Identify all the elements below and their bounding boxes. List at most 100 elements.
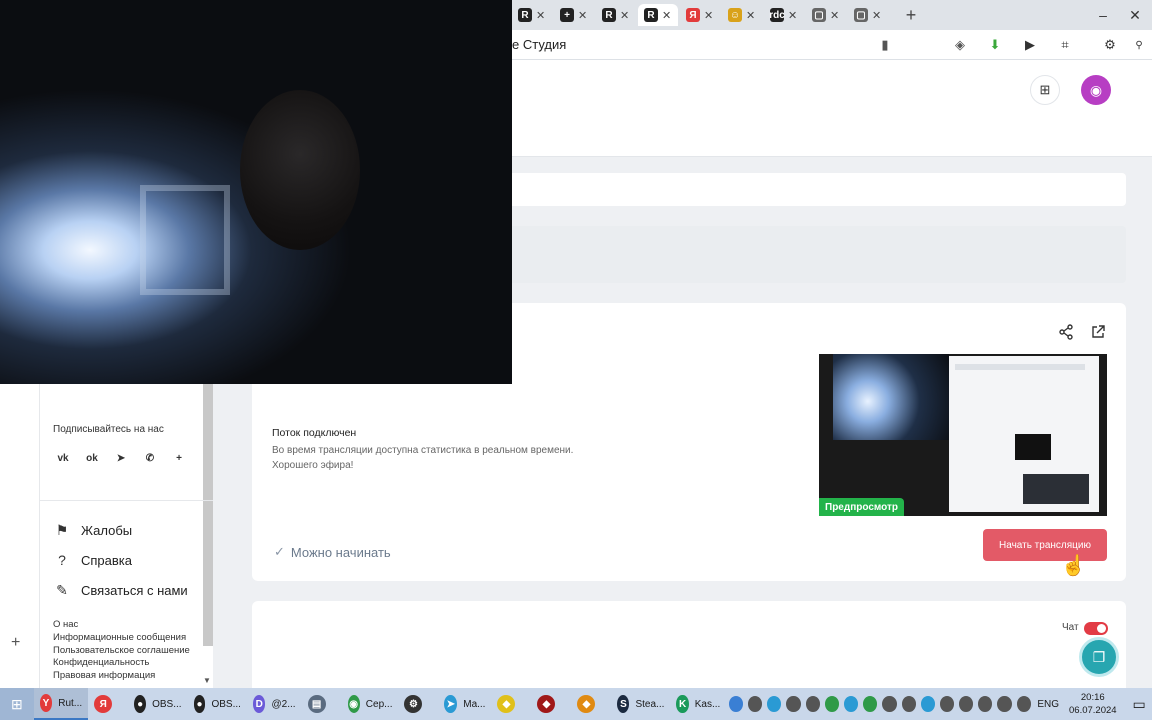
plus-icon[interactable]: +: [169, 448, 189, 468]
webcam-overlay: [0, 0, 512, 384]
footer-link[interactable]: Конфиденциальность: [53, 657, 190, 670]
steam-app[interactable]: S Stea...: [611, 688, 670, 720]
crop-icon[interactable]: ⌗: [1056, 36, 1074, 54]
tray-icon[interactable]: [863, 696, 878, 712]
app-icon: ◆: [497, 695, 516, 713]
start-stream-button[interactable]: Начать трансляцию: [983, 529, 1107, 561]
footer-links: О нас Информационные сообщения Пользовател…: [53, 619, 190, 683]
tray-icon[interactable]: [786, 696, 801, 712]
browser-tab[interactable]: R ✕: [596, 4, 636, 26]
close-tab-icon[interactable]: ✕: [872, 9, 882, 22]
upload-button[interactable]: ⊞: [1030, 75, 1060, 105]
yandex-browser-app[interactable]: Y Rut...: [33, 688, 89, 720]
browser-tab[interactable]: + ✕: [554, 4, 594, 26]
clock[interactable]: 20:16 06.07.2024: [1069, 691, 1117, 717]
help-button[interactable]: ❐: [1079, 637, 1119, 677]
notification-icon[interactable]: ▭: [1133, 696, 1152, 713]
tray-icon[interactable]: [939, 696, 955, 712]
tray-icon[interactable]: [805, 696, 820, 712]
tray-icon[interactable]: [1016, 696, 1031, 712]
cursor-icon[interactable]: ▶: [1021, 36, 1039, 54]
app-icon: ▤: [307, 695, 326, 713]
browser-tab[interactable]: ▢ ✕: [806, 4, 846, 26]
close-window-button[interactable]: ✕: [1120, 0, 1150, 30]
telegram-app[interactable]: ➤ Ma...: [438, 688, 491, 720]
tray-icon[interactable]: [748, 696, 763, 712]
extension-icon[interactable]: ◈: [951, 36, 969, 54]
gear-icon[interactable]: ⚙: [1101, 36, 1119, 54]
stream-status-title: Поток подключен: [272, 427, 357, 439]
chat-bubble-icon: ❐: [1092, 648, 1106, 665]
explorer-app[interactable]: ▤: [302, 688, 342, 720]
tray-icon[interactable]: [843, 696, 859, 712]
yandex-app[interactable]: Я: [88, 688, 128, 720]
browser-tab[interactable]: R ✕: [512, 4, 552, 26]
sidebar-item-label: Связаться с нами: [81, 582, 188, 598]
close-tab-icon[interactable]: ✕: [578, 9, 588, 22]
share-icon[interactable]: [1057, 323, 1075, 341]
sidebar-item-help[interactable]: ? Справка: [53, 550, 132, 570]
app-label: OBS...: [152, 698, 182, 710]
screen: R ✕ + ✕ R ✕ R ✕ Я ✕ ☺ ✕ rdc ✕ ▢ ✕ ▢ ✕ + – ✕ е Студия ▮ ◈ ⬇…: [0, 0, 1152, 720]
telegram-icon[interactable]: ➤: [111, 448, 131, 468]
tray-icon[interactable]: [997, 696, 1012, 712]
app-label: Kas...: [694, 698, 721, 710]
close-tab-icon[interactable]: ✕: [746, 9, 756, 22]
close-tab-icon[interactable]: ✕: [788, 9, 798, 22]
stream-preview[interactable]: [819, 354, 1107, 516]
minimize-button[interactable]: –: [1088, 0, 1118, 30]
bookmark-icon[interactable]: ▮: [876, 36, 894, 54]
tray-icon[interactable]: [728, 696, 744, 712]
app-red[interactable]: ◆: [531, 688, 571, 720]
close-tab-icon[interactable]: ✕: [620, 9, 630, 22]
profile-avatar[interactable]: ◉: [1081, 75, 1111, 105]
app-yellow[interactable]: ◆: [491, 688, 531, 720]
tray-icon[interactable]: [901, 696, 916, 712]
browser-tab[interactable]: Я ✕: [680, 4, 720, 26]
new-tab-button[interactable]: +: [900, 4, 922, 26]
sidebar-scrollbar[interactable]: [203, 384, 213, 646]
pin-icon[interactable]: ⚲: [1130, 36, 1148, 54]
footer-link[interactable]: О нас: [53, 619, 190, 632]
chat-toggle[interactable]: [1084, 622, 1108, 635]
browser-tab[interactable]: rdc ✕: [764, 4, 804, 26]
vk-icon[interactable]: vk: [53, 448, 73, 468]
language-indicator[interactable]: ENG: [1037, 699, 1059, 710]
scroll-down-arrow-icon[interactable]: ▼: [203, 676, 211, 685]
close-tab-icon[interactable]: ✕: [830, 9, 840, 22]
app-orange[interactable]: ◆: [571, 688, 611, 720]
sidebar-item-contact[interactable]: ✎ Связаться с нами: [53, 580, 188, 600]
discord-app[interactable]: D @2...: [247, 688, 302, 720]
app-icon: ●: [193, 695, 206, 713]
close-tab-icon[interactable]: ✕: [662, 9, 672, 22]
tray-icon[interactable]: [978, 696, 993, 712]
footer-link[interactable]: Информационные сообщения: [53, 632, 190, 645]
close-tab-icon[interactable]: ✕: [704, 9, 714, 22]
close-tab-icon[interactable]: ✕: [536, 9, 546, 22]
ok-icon[interactable]: ok: [82, 448, 102, 468]
browser-tab[interactable]: R ✕: [638, 4, 678, 26]
tab-favicon-icon: ☺: [728, 8, 742, 22]
footer-link[interactable]: Пользовательское соглашение: [53, 645, 190, 658]
settings-app[interactable]: ⚙: [398, 688, 438, 720]
tray-icon[interactable]: [882, 696, 897, 712]
sidebar-item-complaints[interactable]: ⚑ Жалобы: [53, 520, 132, 540]
obs-app-1[interactable]: ● OBS...: [128, 688, 187, 720]
browser-tab[interactable]: ▢ ✕: [848, 4, 888, 26]
browser-tab[interactable]: ☺ ✕: [722, 4, 762, 26]
add-icon[interactable]: +: [11, 634, 20, 652]
app-icon: S: [617, 695, 630, 713]
tray-icon[interactable]: [920, 696, 935, 712]
footer-link[interactable]: Правовая информация: [53, 670, 190, 683]
kaspersky-app[interactable]: K Kas...: [670, 688, 726, 720]
tray-icon[interactable]: [959, 696, 974, 712]
obs-app-2[interactable]: ● OBS...: [188, 688, 247, 720]
tray-icon[interactable]: [767, 696, 782, 712]
chrome-app[interactable]: ◉ Сер...: [342, 688, 399, 720]
start-button[interactable]: ⊞: [0, 688, 34, 720]
whatsapp-icon[interactable]: ✆: [140, 448, 160, 468]
tray-icon[interactable]: [824, 696, 839, 712]
external-link-icon[interactable]: [1089, 323, 1107, 341]
app-label: Сер...: [365, 698, 393, 710]
download-icon[interactable]: ⬇: [986, 36, 1004, 54]
